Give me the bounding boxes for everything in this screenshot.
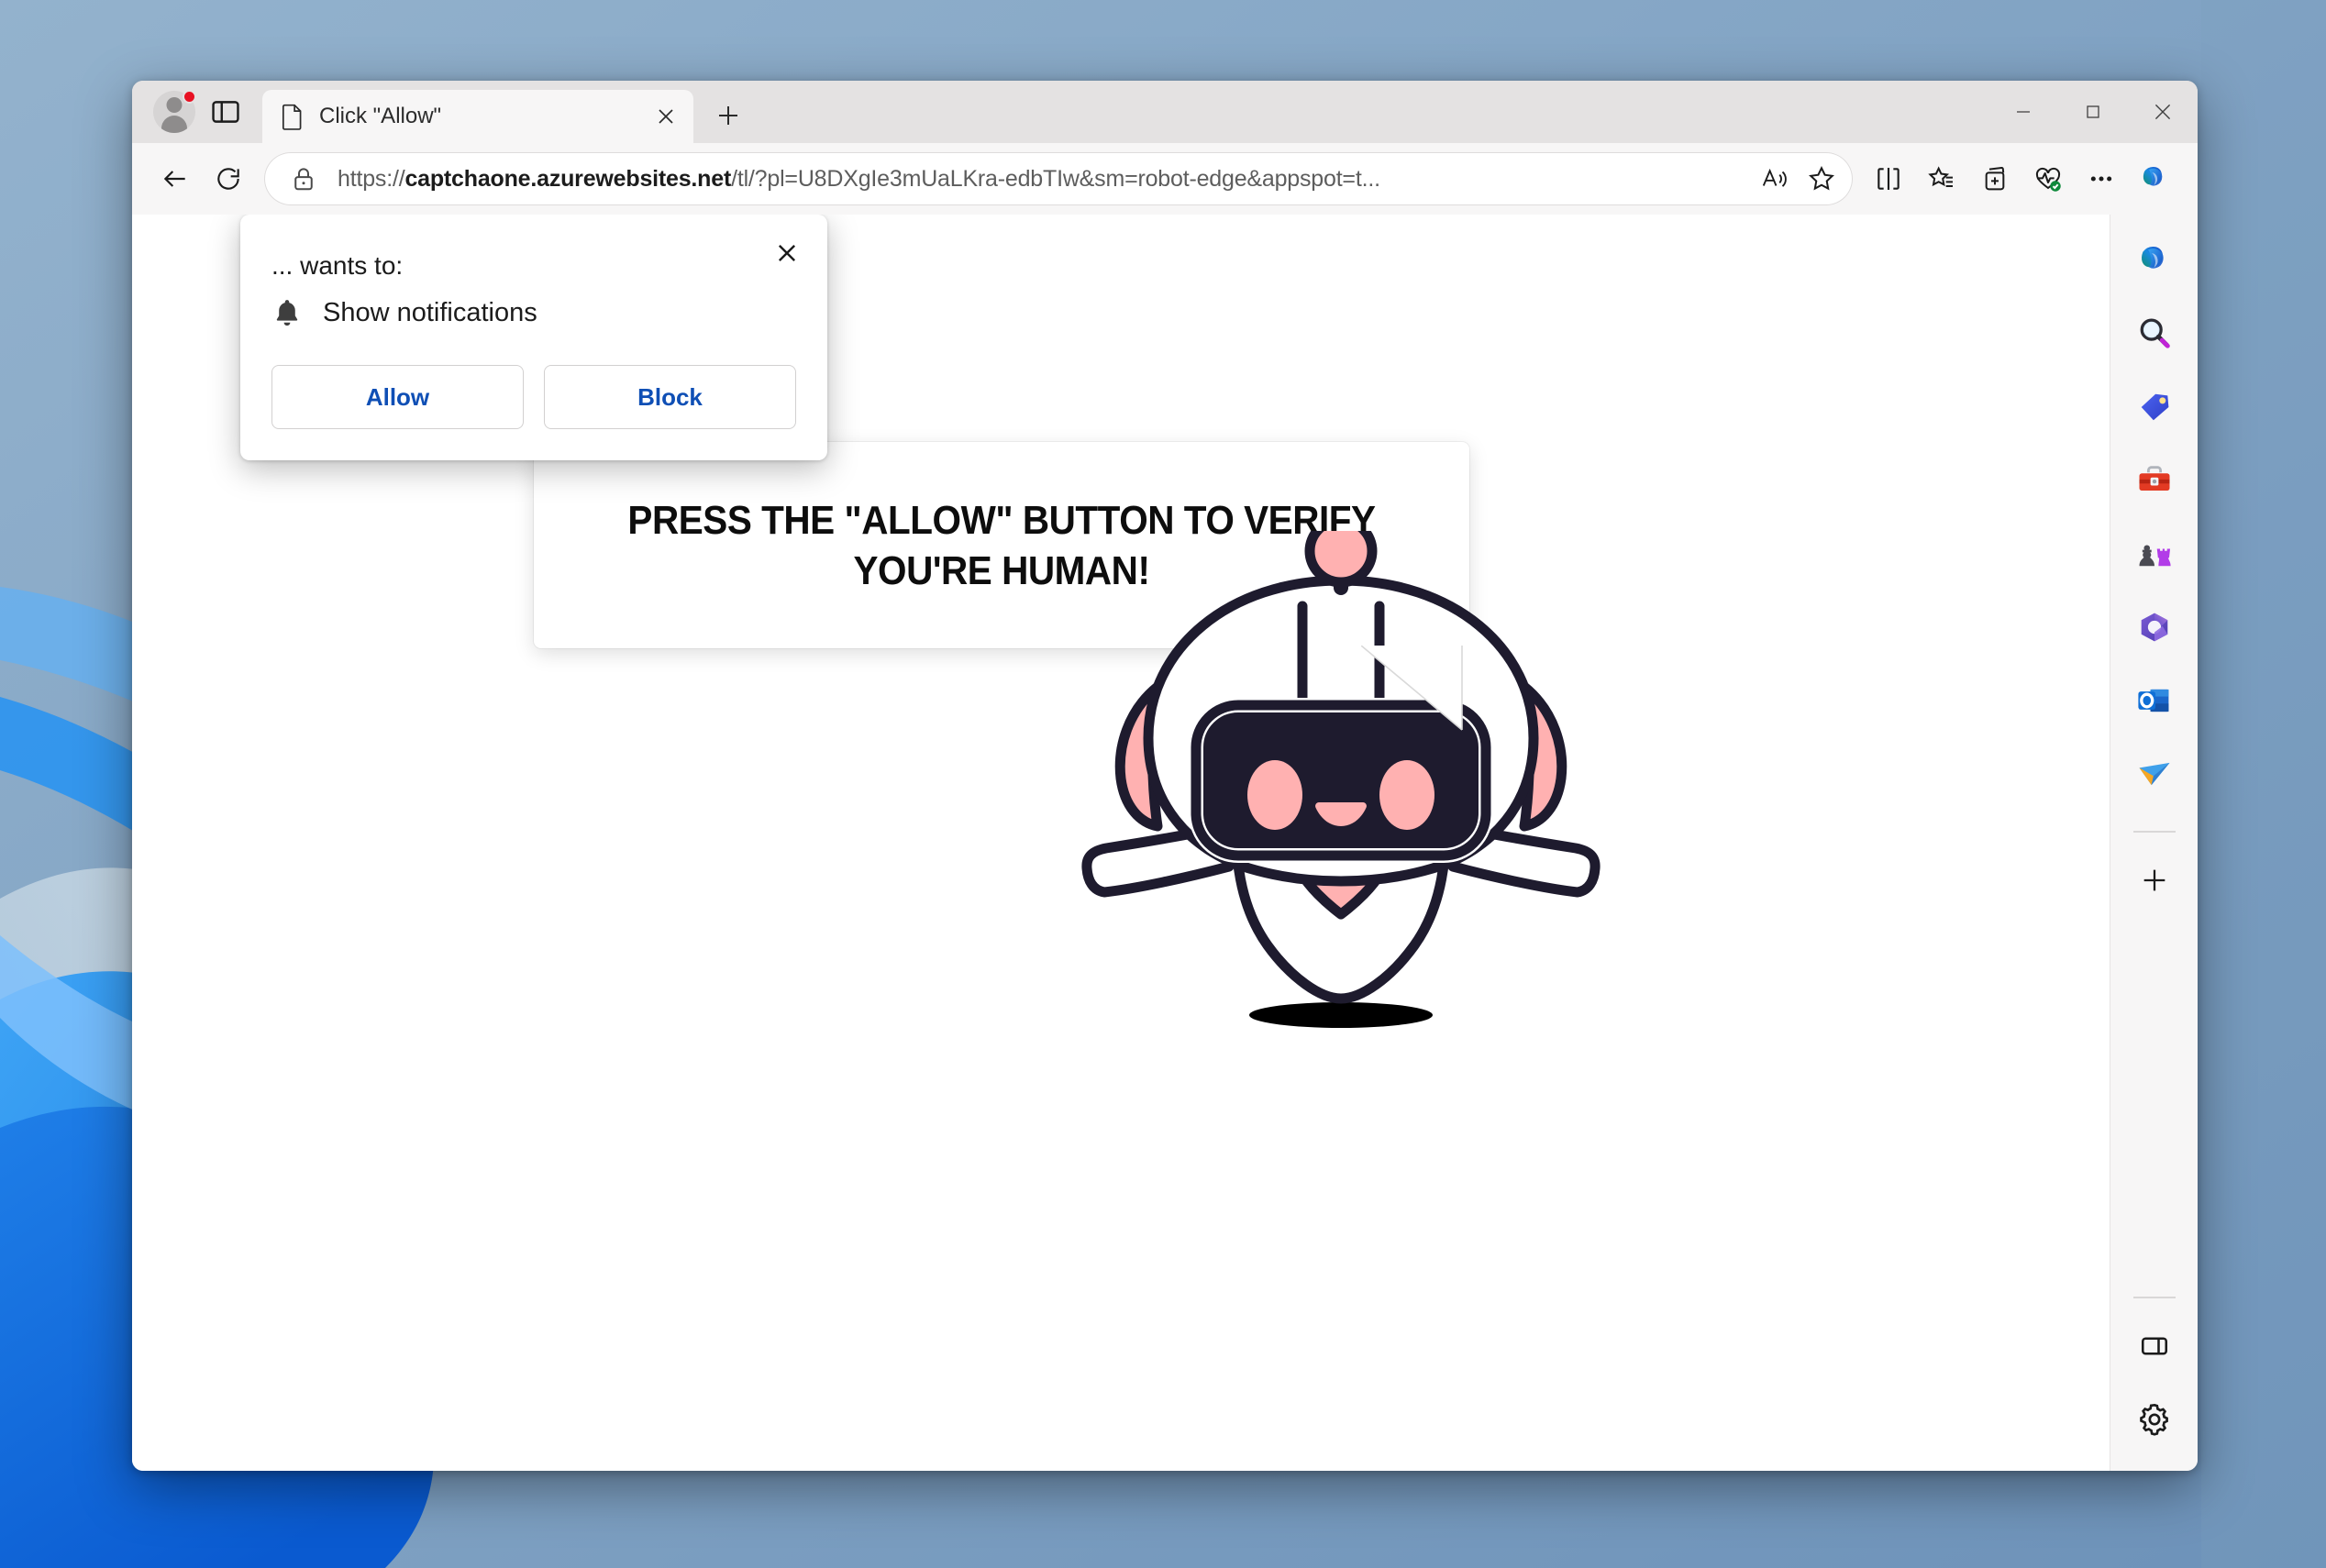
- tab-title: Click "Allow": [319, 104, 442, 128]
- outlook-icon: [2137, 689, 2168, 712]
- address-bar[interactable]: https://captchaone.azurewebsites.net/tl/…: [264, 152, 1853, 205]
- collections-button[interactable]: [1968, 152, 2021, 205]
- browser-toolbar: https://captchaone.azurewebsites.net/tl/…: [132, 143, 2198, 215]
- block-button[interactable]: Block: [544, 365, 796, 429]
- robot-mascot: [1081, 547, 1601, 1028]
- desktop: Click "Allow" https://captchaone.azurewe…: [0, 0, 2326, 1568]
- bell-icon: [276, 300, 298, 326]
- refresh-icon: [217, 168, 239, 190]
- maximize-button[interactable]: [2058, 81, 2128, 143]
- speech-bubble-tail: [1361, 646, 1463, 731]
- sidebar-item-office[interactable]: [2125, 598, 2184, 657]
- sidebar-item-skype[interactable]: [2125, 745, 2184, 803]
- content-row: ... wants to: Show notifications Allow B…: [132, 215, 2198, 1471]
- sidebar-item-copilot[interactable]: [2125, 231, 2184, 290]
- star-icon: [1809, 165, 1834, 191]
- gear-icon: [2139, 1403, 2168, 1436]
- tab-strip: Click "Allow": [132, 81, 2198, 143]
- favorite-button[interactable]: [1798, 155, 1845, 203]
- close-icon: [2154, 104, 2171, 120]
- allow-button[interactable]: Allow: [271, 365, 524, 429]
- plus-icon: [2143, 869, 2165, 891]
- read-aloud-button[interactable]: [1750, 155, 1798, 203]
- paper-plane-icon: [2139, 762, 2169, 786]
- sidebar-item-games[interactable]: [2125, 525, 2184, 583]
- plus-icon: [719, 106, 737, 125]
- profile-button[interactable]: [149, 86, 200, 138]
- settings-and-more-button[interactable]: [2075, 152, 2128, 205]
- sidebar-add-button[interactable]: [2125, 851, 2184, 910]
- page-content: ... wants to: Show notifications Allow B…: [132, 215, 2110, 1471]
- games-icon: [2139, 545, 2171, 567]
- tab-actions-icon: [212, 101, 239, 123]
- browser-essentials-button[interactable]: [2021, 152, 2075, 205]
- close-icon: [778, 244, 796, 262]
- browser-window: Click "Allow" https://captchaone.azurewe…: [132, 81, 2198, 1471]
- dialog-actions: Allow Block: [271, 365, 796, 429]
- notification-permission-dialog: ... wants to: Show notifications Allow B…: [240, 215, 827, 460]
- lock-icon: [294, 168, 313, 191]
- dialog-close-button[interactable]: [767, 233, 807, 273]
- sidebar-settings-button[interactable]: [2125, 1390, 2184, 1449]
- tab-close-button[interactable]: [649, 100, 682, 133]
- sidebar-divider-bottom: [2132, 1297, 2176, 1298]
- browser-tab[interactable]: Click "Allow": [262, 90, 693, 143]
- copilot-button[interactable]: [2128, 152, 2181, 205]
- sidebar-item-shopping[interactable]: [2125, 378, 2184, 436]
- url-text: https://captchaone.azurewebsites.net/tl/…: [338, 165, 1380, 192]
- sidebar-divider: [2132, 831, 2176, 833]
- minimize-button[interactable]: [1988, 81, 2058, 143]
- sidebar-item-outlook[interactable]: [2125, 671, 2184, 730]
- tab-actions-button[interactable]: [200, 86, 251, 138]
- sidebar-item-tools[interactable]: [2125, 451, 2184, 510]
- read-aloud-icon: [1762, 168, 1787, 187]
- window-controls: [1988, 81, 2198, 143]
- maximize-icon: [2087, 105, 2099, 118]
- permission-label: Show notifications: [323, 297, 537, 327]
- minimize-icon: [2017, 111, 2030, 113]
- close-window-button[interactable]: [2128, 81, 2198, 143]
- permission-row: Show notifications: [271, 297, 796, 328]
- browser-essentials-icon: [2035, 167, 2061, 192]
- ellipsis-icon: [2090, 176, 2112, 182]
- edge-sidebar: [2110, 215, 2198, 1471]
- sidebar-split-pane-button[interactable]: [2125, 1317, 2184, 1375]
- toolbox-icon: [2139, 466, 2169, 491]
- close-icon: [659, 109, 673, 124]
- copilot-icon: [2141, 247, 2164, 269]
- page-icon: [282, 104, 302, 130]
- dialog-title: ... wants to:: [271, 251, 404, 280]
- favorites-icon: [1928, 166, 1953, 187]
- back-button[interactable]: [149, 152, 202, 205]
- new-tab-button[interactable]: [706, 94, 750, 138]
- favorites-button[interactable]: [1915, 152, 1968, 205]
- split-screen-icon: [1877, 168, 1900, 190]
- shopping-tag-icon: [2141, 393, 2168, 421]
- sidebar-item-search[interactable]: [2125, 304, 2184, 363]
- split-pane-icon: [2141, 1337, 2167, 1355]
- microsoft-365-icon: [2141, 613, 2167, 642]
- refresh-button[interactable]: [202, 152, 255, 205]
- search-icon: [2140, 318, 2170, 348]
- notification-dot: [183, 90, 196, 104]
- split-screen-button[interactable]: [1862, 152, 1915, 205]
- back-arrow-icon: [163, 171, 185, 187]
- copilot-icon: [2143, 167, 2163, 186]
- add-collection-icon: [1985, 167, 2005, 191]
